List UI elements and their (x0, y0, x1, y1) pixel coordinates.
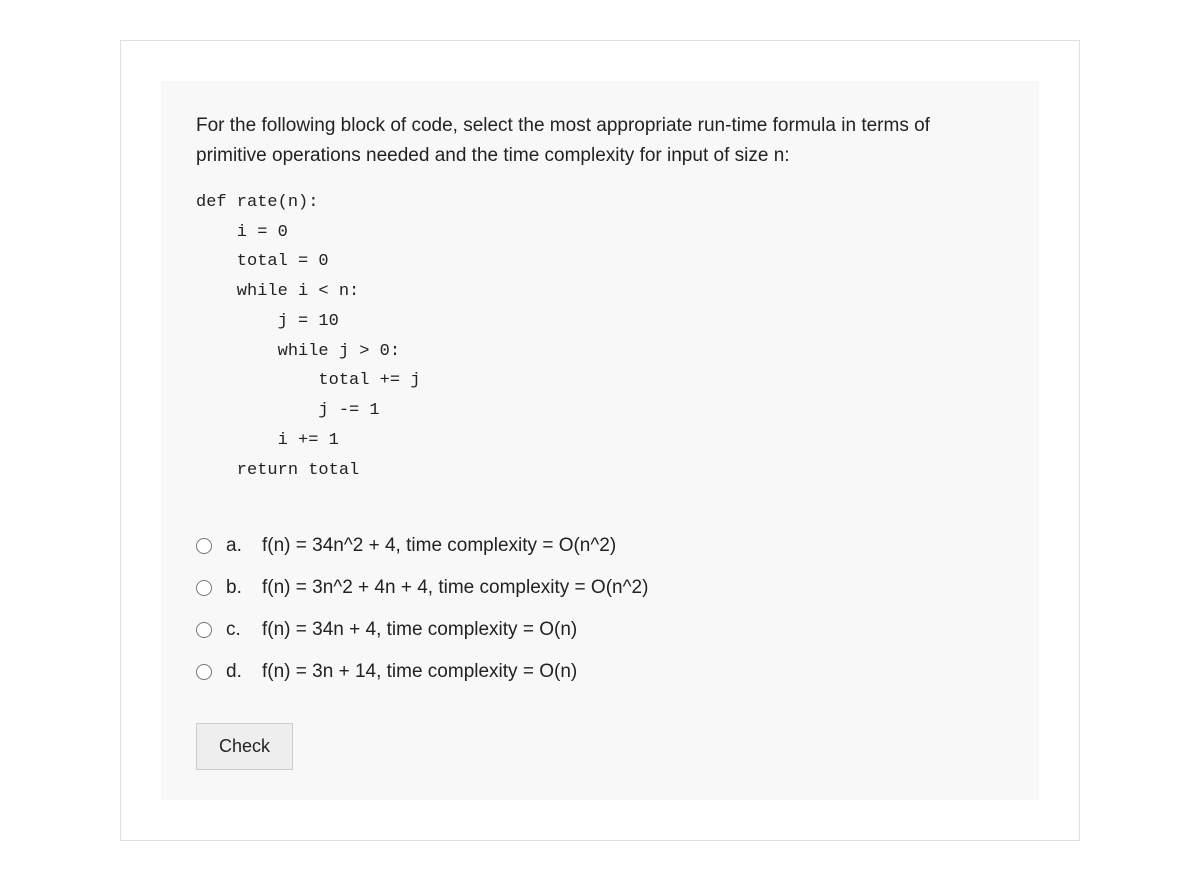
option-d-radio[interactable] (196, 664, 212, 680)
option-text: f(n) = 34n + 4, time complexity = O(n) (262, 619, 577, 641)
code-block: def rate(n): i = 0 total = 0 while i < n… (196, 188, 1004, 486)
option-b-radio[interactable] (196, 580, 212, 596)
option-letter: b. (226, 577, 248, 599)
option-a-radio[interactable] (196, 538, 212, 554)
option-letter: a. (226, 535, 248, 557)
option-text: f(n) = 3n^2 + 4n + 4, time complexity = … (262, 577, 648, 599)
option-c[interactable]: c. f(n) = 34n + 4, time complexity = O(n… (196, 609, 1004, 651)
option-letter: c. (226, 619, 248, 641)
option-a[interactable]: a. f(n) = 34n^2 + 4, time complexity = O… (196, 525, 1004, 567)
options-list: a. f(n) = 34n^2 + 4, time complexity = O… (196, 525, 1004, 693)
question-prompt: For the following block of code, select … (196, 111, 1004, 172)
option-text: f(n) = 3n + 14, time complexity = O(n) (262, 661, 577, 683)
option-d[interactable]: d. f(n) = 3n + 14, time complexity = O(n… (196, 651, 1004, 693)
option-c-radio[interactable] (196, 622, 212, 638)
option-letter: d. (226, 661, 248, 683)
quiz-container: For the following block of code, select … (120, 40, 1080, 841)
option-text: f(n) = 34n^2 + 4, time complexity = O(n^… (262, 535, 616, 557)
question-card: For the following block of code, select … (161, 81, 1039, 800)
option-b[interactable]: b. f(n) = 3n^2 + 4n + 4, time complexity… (196, 567, 1004, 609)
check-button[interactable]: Check (196, 723, 293, 770)
